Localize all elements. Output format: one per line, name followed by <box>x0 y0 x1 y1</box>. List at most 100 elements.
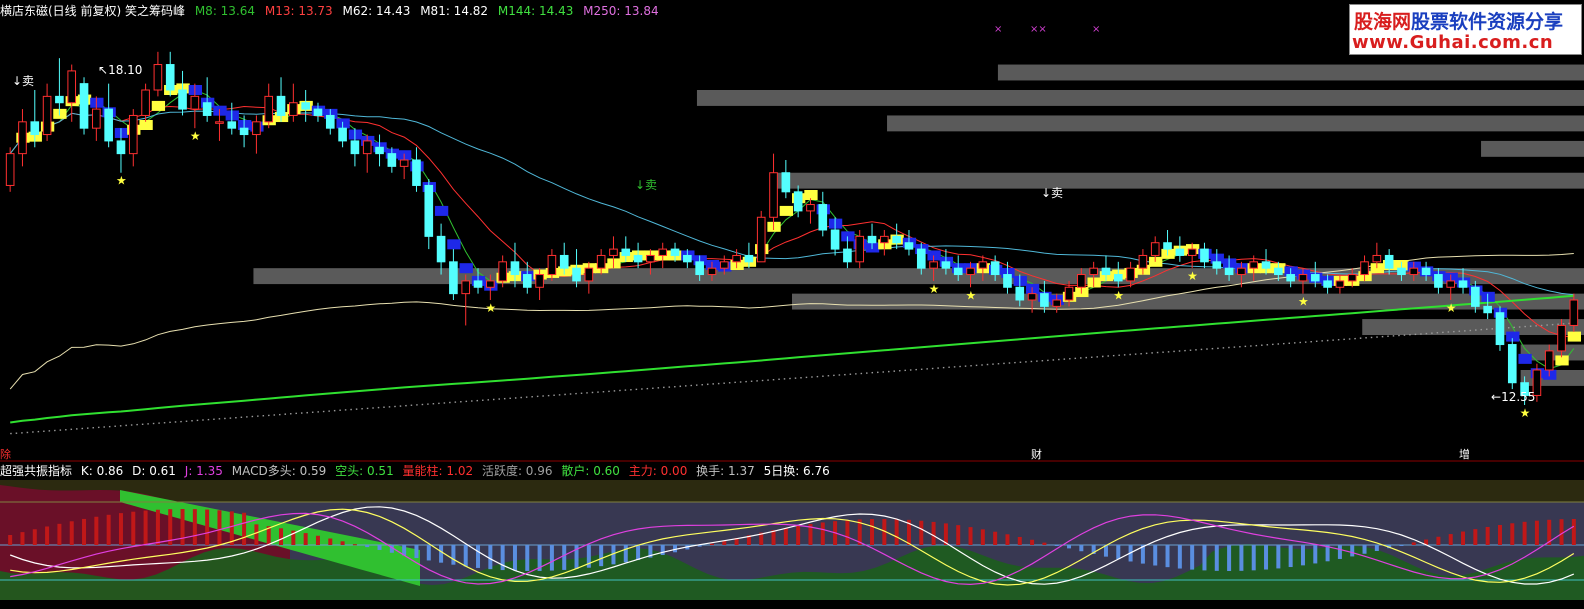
macd-bar <box>315 535 320 545</box>
candle-body <box>1261 261 1271 269</box>
candle-body <box>350 140 360 155</box>
candle-body <box>880 235 889 244</box>
indicator-value: 活跃度: 0.96 <box>481 464 553 478</box>
macd-bar <box>993 531 998 545</box>
macd-bar <box>1079 545 1084 552</box>
candle-body <box>461 280 471 295</box>
ribbon-block <box>434 205 449 216</box>
macd-bar <box>1411 542 1416 545</box>
macd-bar <box>1350 545 1355 557</box>
macd-bar <box>118 513 123 545</box>
svg-text:×: × <box>994 24 1002 35</box>
svg-text:××: ×× <box>1030 24 1047 35</box>
candle-body <box>990 261 1000 276</box>
macd-bar <box>525 545 530 571</box>
indicator-value: 主力: 0.00 <box>628 464 688 478</box>
macd-bar <box>845 520 850 545</box>
indicator-panel <box>0 480 1584 600</box>
ribbon-block <box>1567 331 1581 342</box>
candle-body <box>1175 248 1185 256</box>
macd-bar <box>377 545 382 550</box>
candle-body <box>313 108 323 116</box>
star-marker: ★ <box>1113 288 1124 302</box>
macd-bar <box>956 525 961 545</box>
macd-bar <box>599 545 604 567</box>
candle-body <box>1187 248 1197 256</box>
macd-bar <box>1054 545 1059 546</box>
candle-body <box>966 267 975 276</box>
stock-chart-canvas: ★ ★ ★ ★ ★ ★ ★ ★ ★ ★ × ×× × <box>0 0 1584 609</box>
macd-bar <box>131 511 136 545</box>
macd-bar <box>106 514 111 545</box>
event-marker: 财 <box>1031 448 1042 461</box>
candle-body <box>1027 293 1037 301</box>
candle-body <box>264 95 274 123</box>
candle-body <box>793 191 803 212</box>
macd-bar <box>229 511 234 545</box>
macd-bar <box>1116 545 1121 560</box>
candle-body <box>424 184 434 237</box>
candle-body <box>1483 305 1492 314</box>
chip-bar <box>887 115 1584 132</box>
candle-body <box>18 121 27 155</box>
candle-body <box>325 114 335 129</box>
macd-bar <box>242 512 247 545</box>
candle-body <box>953 267 963 276</box>
macd-bar <box>143 510 148 545</box>
macd-bar <box>1288 545 1293 568</box>
candle-body <box>412 159 421 186</box>
candle-body <box>1200 248 1209 263</box>
candle-body <box>1212 261 1222 269</box>
candle-body <box>1040 293 1049 307</box>
macd-bar <box>1067 545 1072 549</box>
indicator-value: J: 1.35 <box>184 464 223 478</box>
candle-body <box>55 95 64 104</box>
candle-body <box>1458 280 1468 288</box>
indicator-value: MACD多头: 0.59 <box>231 464 327 478</box>
candle-body <box>1384 254 1394 269</box>
macd-bar <box>20 532 25 545</box>
candle-body <box>165 64 175 91</box>
indicator-value: 量能柱: 1.02 <box>402 464 474 478</box>
candle-body <box>1360 261 1369 276</box>
ribbon-block <box>447 239 461 250</box>
macd-bar <box>1571 519 1576 545</box>
candle-body <box>658 248 668 256</box>
indicator-header: 超强共振指标 K: 0.86 D: 0.61 J: 1.35 MACD多头: 0… <box>0 463 835 479</box>
macd-bar <box>32 529 37 545</box>
candle-body <box>547 254 557 276</box>
ma-legend: M62: 14.43 <box>342 4 411 18</box>
macd-bar <box>1461 531 1466 545</box>
macd-bar <box>205 509 210 545</box>
star-marker: ★ <box>116 174 127 188</box>
candle-body <box>1323 280 1332 288</box>
candle-body <box>1446 280 1456 288</box>
macd-bar <box>57 523 62 545</box>
ribbon-block <box>1518 353 1532 364</box>
logo-brand: 股海网 <box>1354 11 1412 33</box>
macd-bar <box>1264 545 1269 570</box>
candle-body <box>830 229 840 250</box>
macd-bar <box>1337 545 1342 559</box>
candle-body <box>855 235 865 263</box>
candle-body <box>596 254 606 269</box>
logo-slogan: 股票软件资源分享 <box>1411 11 1564 33</box>
macd-bar <box>1227 545 1232 571</box>
macd-bar <box>414 545 419 559</box>
candle-body <box>190 95 200 110</box>
indicator-title: 超强共振指标 <box>0 464 73 478</box>
macd-bar <box>919 520 924 545</box>
macd-bar <box>94 516 99 545</box>
macd-bar <box>1436 536 1441 545</box>
macd-bar <box>69 521 74 545</box>
candle-body <box>1544 350 1554 371</box>
macd-bar <box>796 525 801 545</box>
candle-body <box>929 261 938 269</box>
candle-body <box>104 108 113 142</box>
indicator-value: 空头: 0.51 <box>335 464 394 478</box>
macd-bar <box>512 545 517 571</box>
candle-body <box>1077 274 1086 288</box>
macd-bar <box>968 527 973 545</box>
ribbon-block <box>151 100 166 111</box>
macd-bar <box>1017 536 1022 545</box>
